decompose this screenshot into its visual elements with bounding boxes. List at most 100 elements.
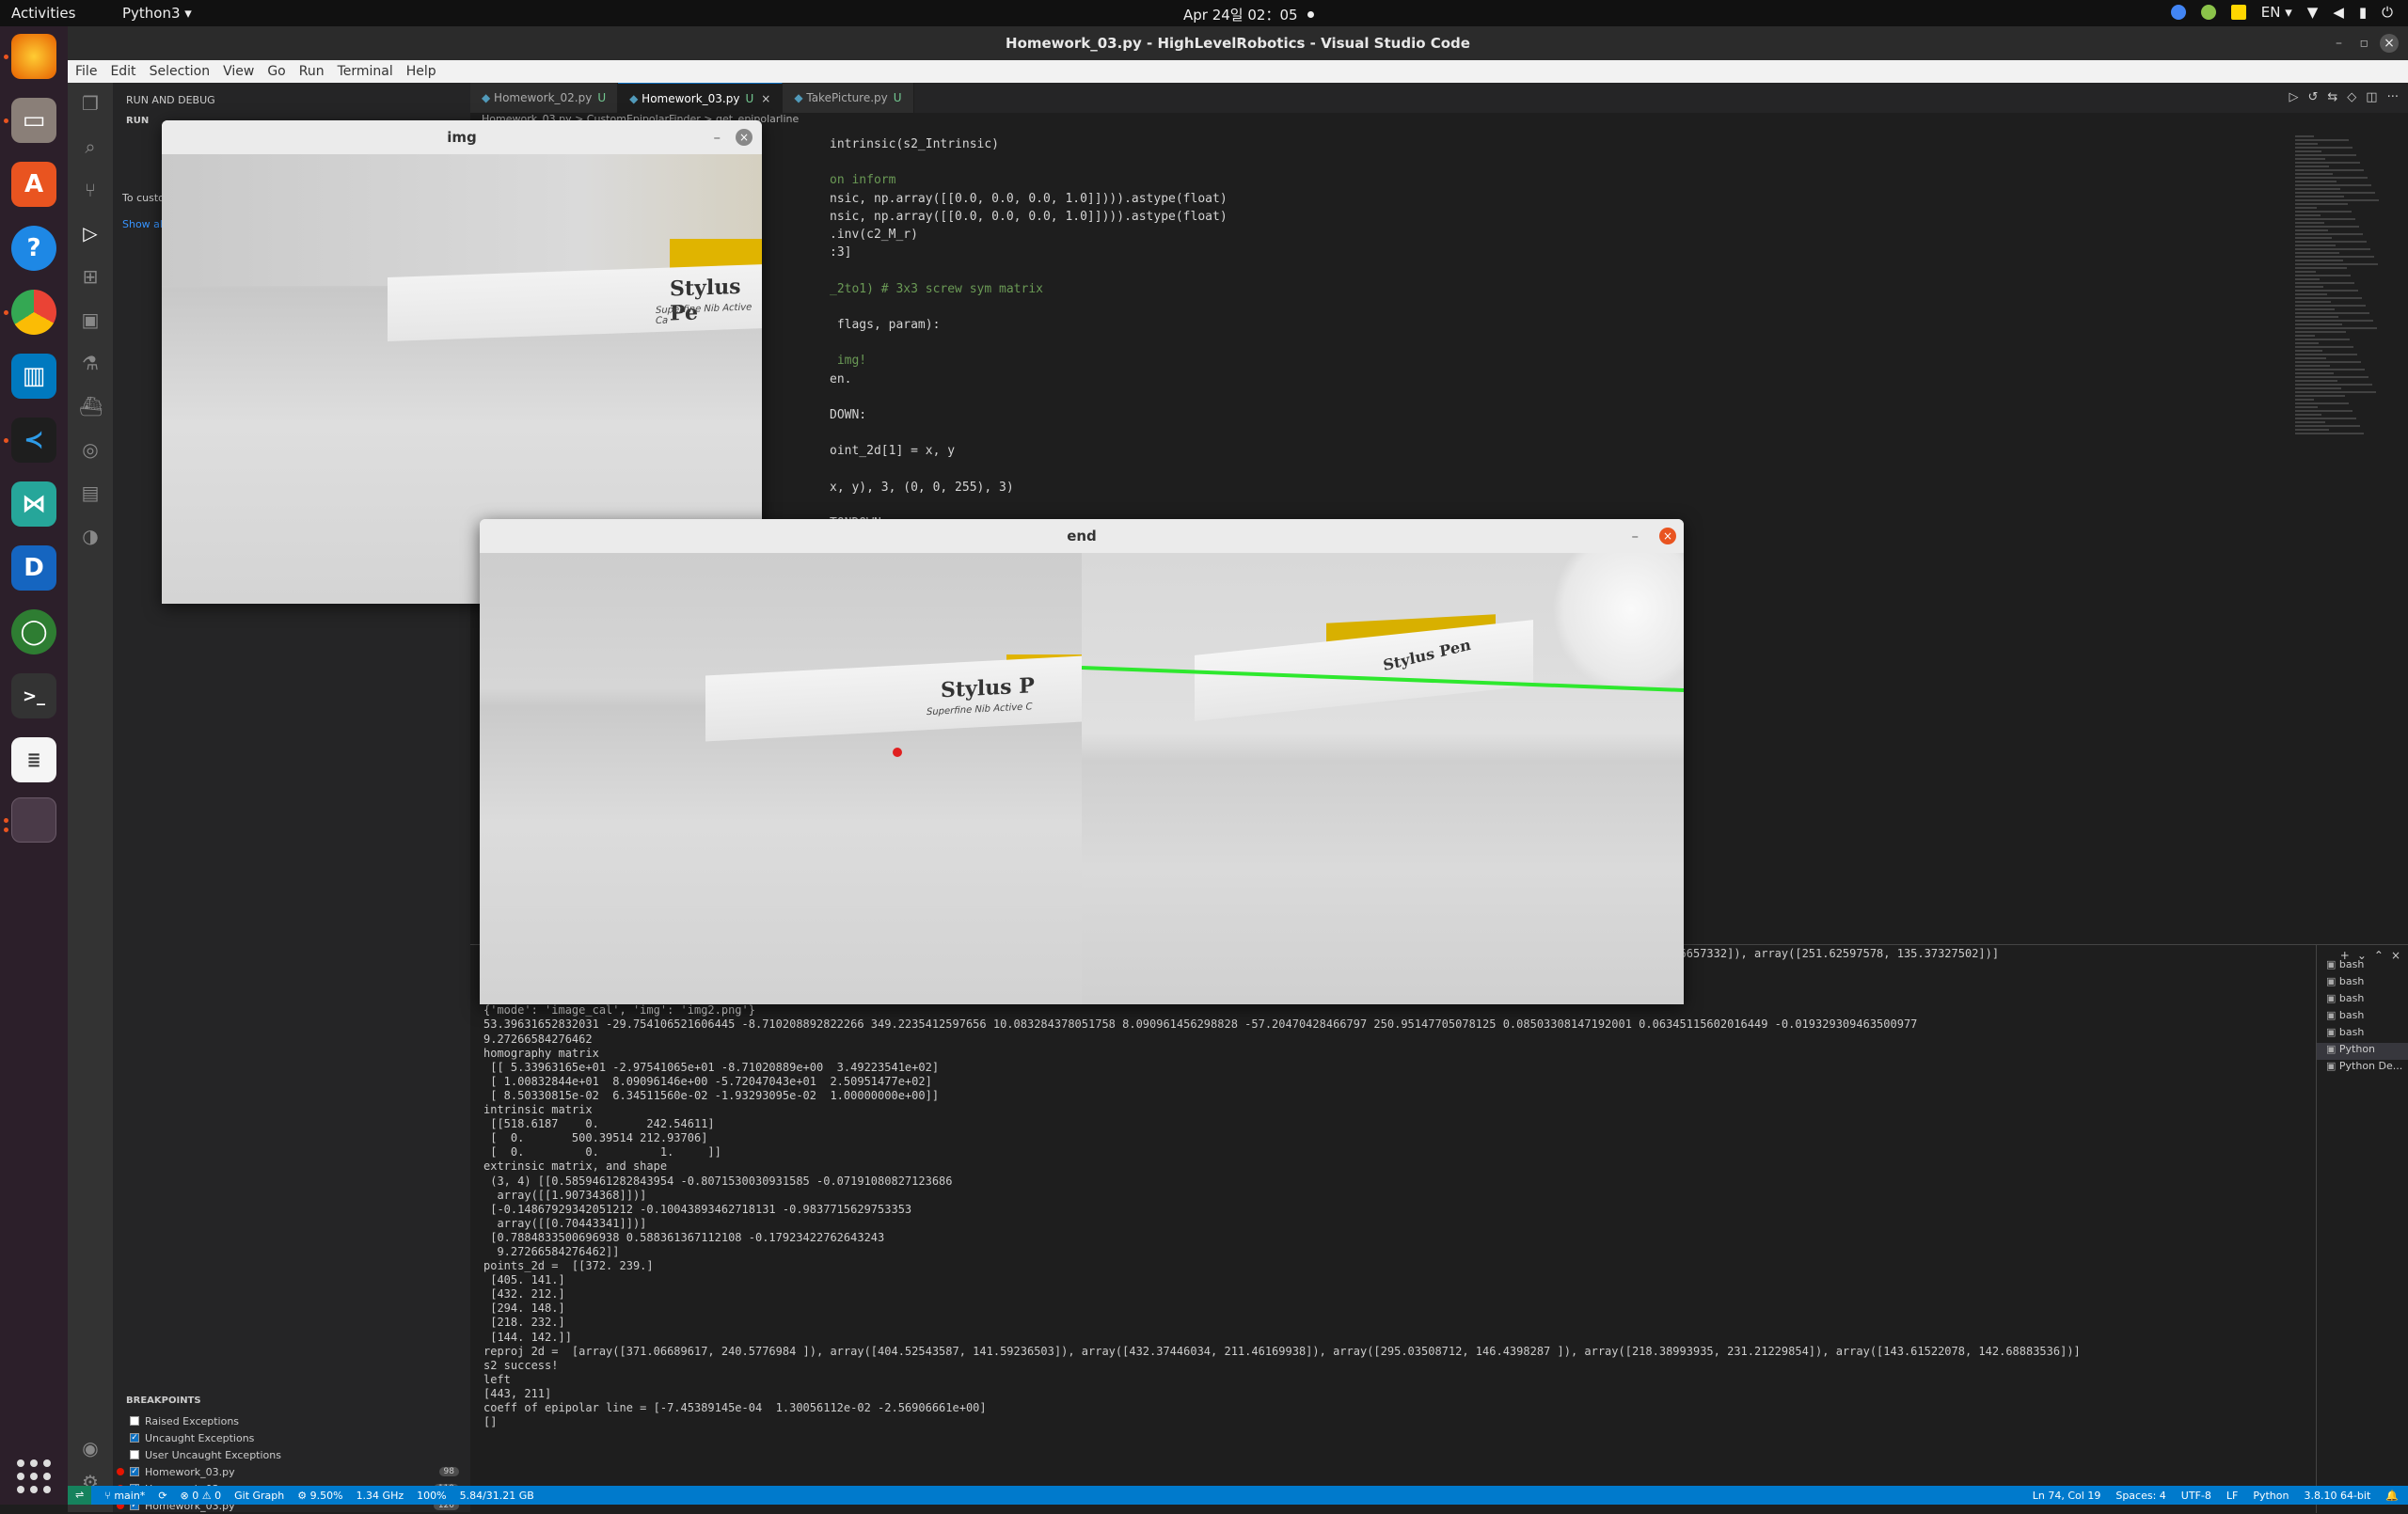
extensions-icon[interactable]: ⊞ xyxy=(79,265,102,288)
remote-indicator[interactable]: ⇌ xyxy=(68,1486,92,1505)
indentation[interactable]: Spaces: 4 xyxy=(2115,1490,2165,1502)
breakpoint-checkbox[interactable] xyxy=(130,1450,139,1459)
line-ending[interactable]: LF xyxy=(2226,1490,2238,1502)
tab-homework-03[interactable]: ◆ Homework_03.py U × xyxy=(618,83,784,113)
terminal-output[interactable]: 207.66657332]), array([251.62597578, 135… xyxy=(483,947,2289,1511)
img-window-title-bar[interactable]: img – × xyxy=(162,120,762,154)
minimap-line xyxy=(2295,387,2341,389)
sync-icon[interactable]: ⟳ xyxy=(158,1490,166,1502)
end-left-photo[interactable]: Stylus P Superfine Nib Active C xyxy=(480,553,1082,1004)
git-graph-button[interactable]: Git Graph xyxy=(234,1490,284,1502)
encoding[interactable]: UTF-8 xyxy=(2181,1490,2211,1502)
files-icon[interactable]: ▭ xyxy=(11,98,56,143)
img-minimize-icon[interactable]: – xyxy=(714,120,721,154)
explorer-icon[interactable]: ❐ xyxy=(79,92,102,115)
show-all-link[interactable]: Show all xyxy=(122,218,166,230)
source-icon[interactable]: ◇ xyxy=(2347,90,2356,105)
menu-file[interactable]: File xyxy=(75,64,97,79)
minimap[interactable] xyxy=(2295,135,2399,474)
more-actions-icon[interactable]: ··· xyxy=(2387,90,2399,105)
active-window-icon[interactable] xyxy=(11,797,56,843)
menu-selection[interactable]: Selection xyxy=(150,64,211,79)
terminal-tab[interactable]: ▣ Python De... xyxy=(2317,1060,2408,1077)
compare-icon[interactable]: ⇆ xyxy=(2327,90,2337,105)
app-menu[interactable]: Python3 ▾ xyxy=(122,5,192,22)
split-editor-icon[interactable]: ◫ xyxy=(2366,90,2377,105)
run-debug-icon[interactable]: ▷ xyxy=(79,222,102,244)
activities-button[interactable]: Activities xyxy=(11,5,75,22)
menu-terminal[interactable]: Terminal xyxy=(338,64,393,79)
minimap-line xyxy=(2295,211,2352,213)
end-close-icon[interactable]: × xyxy=(1659,528,1676,544)
terminal-tab[interactable]: ▣ bash xyxy=(2317,975,2408,992)
problems-count[interactable]: ⊗ 0 ⚠ 0 xyxy=(181,1490,222,1502)
remote-explorer-icon[interactable]: ▣ xyxy=(79,308,102,331)
tab-take-picture[interactable]: ◆ TakePicture.py U xyxy=(783,83,914,113)
breakpoint-checkbox[interactable]: ✓ xyxy=(130,1467,139,1476)
language-selector[interactable]: EN ▾ xyxy=(2261,4,2292,21)
notes-tray-icon[interactable] xyxy=(2230,5,2246,20)
clock[interactable]: Apr 24일 02：05 xyxy=(1183,5,1314,24)
chrome-icon[interactable] xyxy=(11,290,56,335)
terminal-tab[interactable]: ▣ bash xyxy=(2317,992,2408,1009)
deepin-icon[interactable]: D xyxy=(11,545,56,591)
minimize-icon[interactable]: – xyxy=(2336,34,2342,53)
history-icon[interactable]: ↺ xyxy=(2307,90,2318,105)
text-editor-icon[interactable]: ≣ xyxy=(11,737,56,782)
maximize-icon[interactable]: ▫ xyxy=(2360,34,2369,53)
green-tray-icon[interactable] xyxy=(2200,5,2216,20)
git-branch[interactable]: ⑂ main* xyxy=(104,1490,145,1502)
source-control-icon[interactable]: ⑂ xyxy=(79,179,102,201)
breakpoint-item[interactable]: ✓ Homework_03.py 98 xyxy=(113,1463,470,1480)
show-applications-icon[interactable] xyxy=(17,1459,51,1493)
tab-homework-02[interactable]: ◆ Homework_02.py U xyxy=(470,83,619,113)
breakpoint-checkbox[interactable] xyxy=(130,1416,139,1426)
end-window-title-bar[interactable]: end – × xyxy=(480,519,1684,553)
mindmap-icon[interactable]: ⋈ xyxy=(11,481,56,527)
tab-close-icon[interactable]: × xyxy=(761,92,770,105)
terminal-icon[interactable]: >_ xyxy=(11,673,56,718)
cursor-position[interactable]: Ln 74, Col 19 xyxy=(2033,1490,2101,1502)
testing-icon[interactable]: ⚗ xyxy=(79,352,102,374)
python-interpreter[interactable]: 3.8.10 64-bit xyxy=(2304,1490,2370,1502)
wifi-icon[interactable]: ▼ xyxy=(2307,4,2319,21)
docker-icon[interactable]: ⛴ xyxy=(79,395,103,418)
breakpoint-item[interactable]: User Uncaught Exceptions xyxy=(113,1446,470,1463)
terminal-tab[interactable]: ▣ bash xyxy=(2317,1009,2408,1026)
folder-icon[interactable]: ▤ xyxy=(79,481,102,504)
software-icon[interactable]: A xyxy=(11,162,56,207)
language-mode[interactable]: Python xyxy=(2253,1490,2289,1502)
menu-go[interactable]: Go xyxy=(267,64,285,79)
end-minimize-icon[interactable]: – xyxy=(1632,519,1640,553)
vscode-icon[interactable]: ≺ xyxy=(11,418,56,463)
breakpoint-item[interactable]: ✓ Uncaught Exceptions xyxy=(113,1429,470,1446)
account-icon[interactable]: ◉ xyxy=(79,1437,102,1459)
search-icon[interactable]: ⌕ xyxy=(79,135,102,158)
git-graph-icon[interactable]: ◑ xyxy=(79,525,102,547)
terminal-tab[interactable]: ▣ bash xyxy=(2317,1026,2408,1043)
volume-icon[interactable]: ◀ xyxy=(2333,4,2344,21)
menu-help[interactable]: Help xyxy=(406,64,436,79)
menu-run[interactable]: Run xyxy=(299,64,325,79)
live-share-icon[interactable]: ◎ xyxy=(79,438,102,461)
firefox-icon[interactable] xyxy=(11,34,56,79)
run-file-icon[interactable]: ▷ xyxy=(2289,90,2298,105)
trello-icon[interactable]: ▥ xyxy=(11,354,56,399)
battery-icon[interactable]: ▮ xyxy=(2359,4,2367,21)
img-close-icon[interactable]: × xyxy=(736,129,752,146)
green-ring-icon[interactable]: ◯ xyxy=(11,609,56,654)
breakpoint-item[interactable]: Raised Exceptions xyxy=(113,1412,470,1429)
notifications-icon[interactable]: 🔔 xyxy=(2385,1490,2399,1502)
chrome-tray-icon[interactable] xyxy=(2170,5,2186,20)
customize-text: To custo xyxy=(122,192,165,204)
close-icon[interactable]: × xyxy=(2380,34,2399,53)
breakpoints-header[interactable]: BREAKPOINTS xyxy=(113,1396,470,1412)
terminal-tab[interactable]: ▣ Python xyxy=(2317,1043,2408,1060)
breakpoint-checkbox[interactable]: ✓ xyxy=(130,1433,139,1443)
power-menu-icon[interactable]: ⏻ xyxy=(2382,4,2393,21)
help-icon[interactable]: ? xyxy=(11,226,56,271)
menu-view[interactable]: View xyxy=(223,64,254,79)
menu-edit[interactable]: Edit xyxy=(110,64,135,79)
terminal-tab[interactable]: ▣ bash xyxy=(2317,958,2408,975)
end-right-photo[interactable]: Stylus Pen xyxy=(1082,553,1684,1004)
